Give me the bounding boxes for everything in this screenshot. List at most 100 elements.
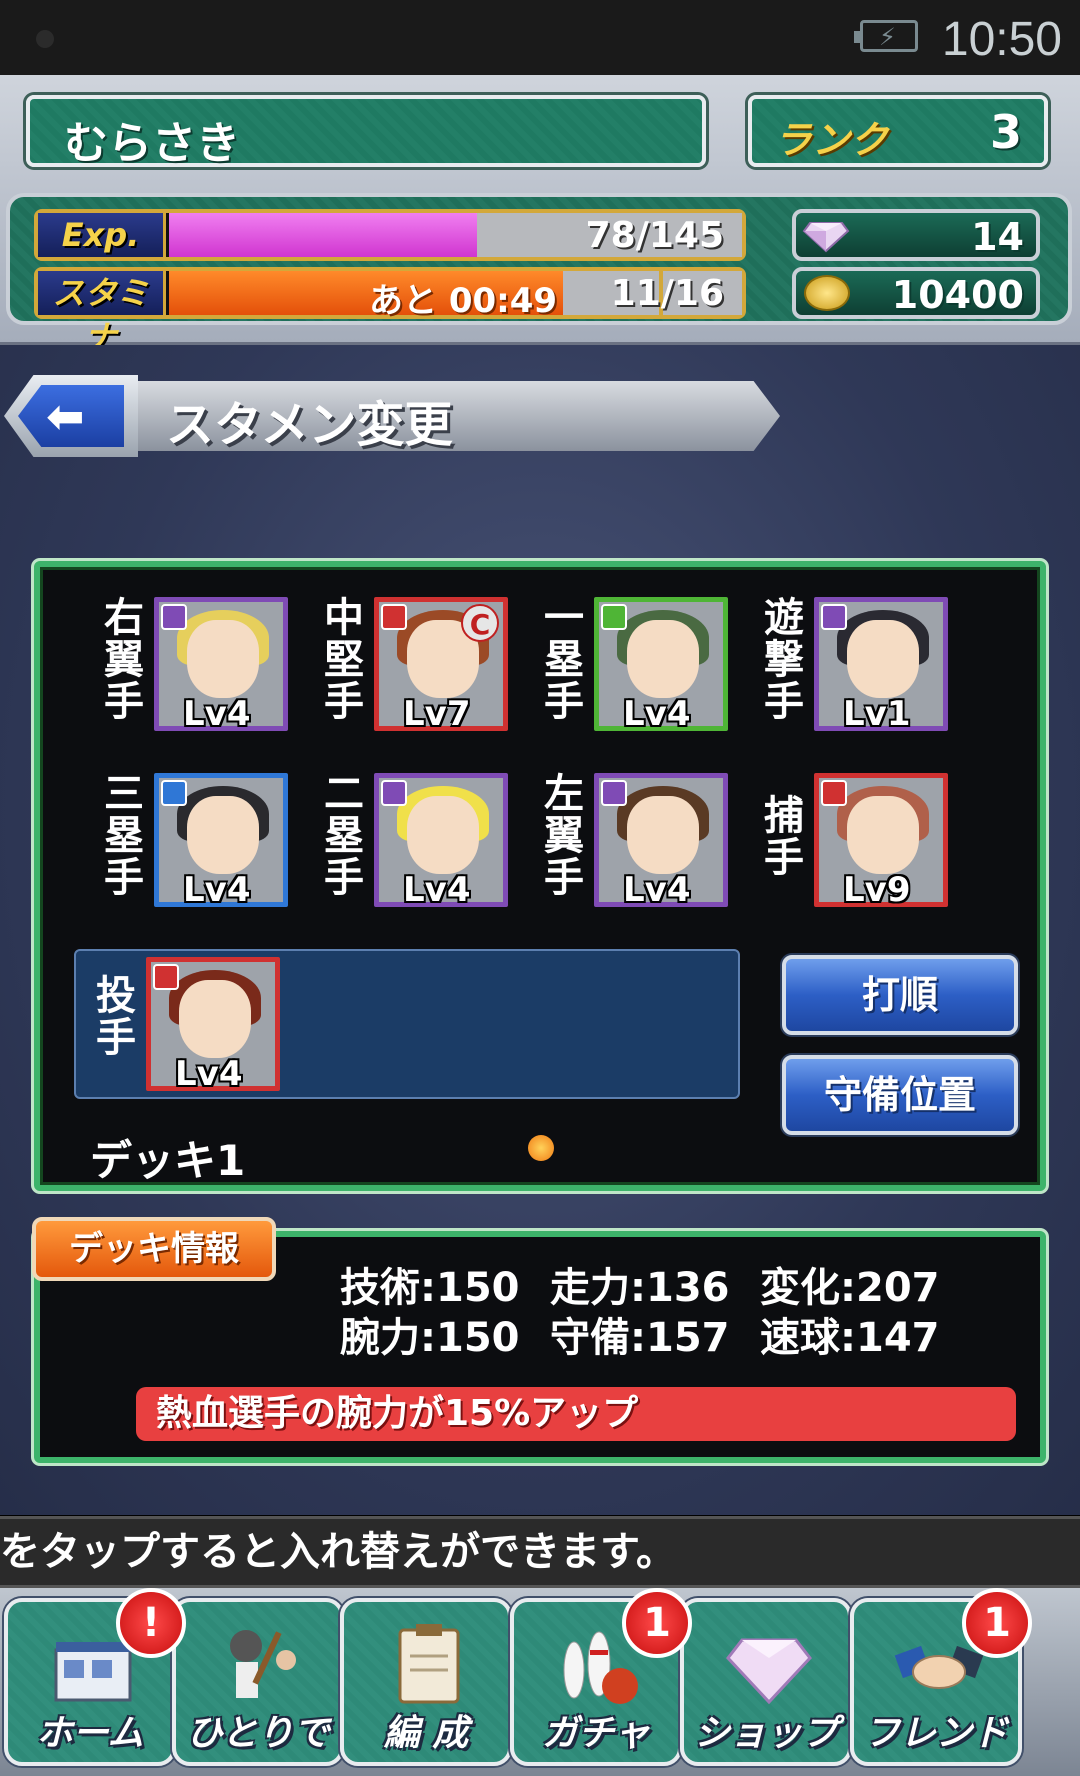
- gem-value: 14: [971, 215, 1024, 259]
- player-face: [627, 620, 699, 698]
- stat-fastball: 速球:147: [760, 1315, 940, 1361]
- rank-value: 3: [989, 105, 1022, 159]
- bat-type-icon: [161, 780, 187, 806]
- bat-type-icon: [381, 604, 407, 630]
- nav-label: 編 成: [383, 1713, 469, 1754]
- player-card[interactable]: Lv7 C: [374, 597, 508, 734]
- title-bar: スタメン変更 ⬅: [0, 375, 800, 457]
- player-face: [179, 980, 251, 1058]
- deck-info-tab: デッキ情報: [32, 1217, 276, 1281]
- bat-type-icon: [601, 604, 627, 630]
- battery-charging-icon: ⚡: [854, 20, 918, 52]
- player-level: Lv4: [403, 870, 471, 910]
- stamina-value: 11/16: [610, 273, 724, 314]
- nav-label: フレンド: [863, 1713, 1008, 1754]
- position-label: 右翼手: [104, 595, 144, 725]
- player-level: Lv4: [183, 870, 251, 910]
- position-slot[interactable]: 捕手 Lv9: [752, 773, 962, 913]
- stat-power: 腕力:150: [340, 1315, 520, 1361]
- batting-order-button[interactable]: 打順: [782, 955, 1018, 1035]
- stamina-label: スタミナ: [38, 271, 166, 356]
- position-slot[interactable]: 三塁手 Lv4: [92, 773, 302, 913]
- bat-type-icon: [821, 604, 847, 630]
- main-content: スタメン変更 ⬅ 右翼手 Lv4 中堅手 Lv7 C 一塁手 Lv4 遊撃手 Lv1 三塁手 Lv4…: [0, 345, 1080, 1515]
- hint-text: をタップすると入れ替えができます。: [0, 1516, 1080, 1588]
- stamina-recover-timer: あと 00:49: [369, 281, 558, 321]
- nav-label: ホーム: [36, 1713, 144, 1754]
- clock: 10:50: [941, 13, 1062, 66]
- stat-defense: 守備:157: [550, 1315, 730, 1361]
- bat-type-icon: [821, 780, 847, 806]
- player-face: [187, 620, 259, 698]
- page-indicator-dot: [528, 1135, 554, 1161]
- player-level: Lv7: [403, 694, 471, 734]
- player-card[interactable]: Lv4: [594, 597, 728, 734]
- player-face: [407, 796, 479, 874]
- bottom-nav: ホーム! ひとりで 編 成 ガチャ 1 ショップ フレンド 1: [0, 1588, 1080, 1776]
- notification-badge: 1: [622, 1588, 692, 1658]
- deck-name: デッキ1: [90, 1136, 246, 1185]
- status-bar: ⚡ 10:50: [0, 0, 1080, 75]
- player-card[interactable]: Lv4: [154, 597, 288, 734]
- player-card[interactable]: Lv9: [814, 773, 948, 910]
- exp-bar: Exp. 78/145: [34, 209, 746, 261]
- stamina-track: あと 00:49 11/16: [169, 271, 742, 321]
- position-label: 捕手: [764, 793, 804, 881]
- rank-label: ランク: [774, 118, 889, 162]
- nav-item-solo-batter[interactable]: ひとりで: [172, 1598, 344, 1766]
- coin-counter: 10400: [792, 267, 1040, 319]
- back-button[interactable]: ⬅: [4, 375, 138, 457]
- back-arrow-icon: ⬅: [46, 389, 85, 443]
- deck-panel: 右翼手 Lv4 中堅手 Lv7 C 一塁手 Lv4 遊撃手 Lv1 三塁手 Lv4 二塁手 Lv4 左翼手…: [34, 561, 1046, 1191]
- nav-item-diamond[interactable]: ショップ: [680, 1598, 852, 1766]
- player-card[interactable]: Lv4: [374, 773, 508, 910]
- rank-plate: ランク 3: [748, 95, 1048, 167]
- hint-message: をタップすると入れ替えができます。: [0, 1529, 676, 1575]
- position-label: 左翼手: [544, 771, 584, 901]
- player-level: Lv4: [175, 1054, 243, 1094]
- bat-type-icon: [601, 780, 627, 806]
- exp-label: Exp.: [38, 213, 166, 257]
- pitcher-position[interactable]: 投手 Lv4: [84, 957, 294, 1097]
- position-slot[interactable]: 右翼手 Lv4: [92, 597, 302, 737]
- player-stats-panel: Exp. 78/145 スタミナ あと 00:49 11/16 14 10400: [6, 193, 1072, 356]
- player-face: [847, 796, 919, 874]
- player-face: [187, 796, 259, 874]
- defense-position-button[interactable]: 守備位置: [782, 1055, 1018, 1135]
- position-slot[interactable]: 一塁手 Lv4: [532, 597, 742, 737]
- bat-type-icon: [153, 964, 179, 990]
- player-level: Lv4: [623, 870, 691, 910]
- back-button-face[interactable]: ⬅: [18, 385, 124, 447]
- position-slot[interactable]: 左翼手 Lv4: [532, 773, 742, 913]
- notification-dot-icon: [36, 30, 54, 48]
- notification-badge: 1: [962, 1588, 1032, 1658]
- clipboard-icon: [384, 1620, 474, 1710]
- player-card[interactable]: Lv4: [146, 957, 280, 1094]
- stamina-bar: スタミナ あと 00:49 11/16: [34, 267, 746, 356]
- position-label: 中堅手: [324, 595, 364, 725]
- player-header: むらさき ランク 3 Exp. 78/145 スタミナ あと 00:49 11/…: [0, 75, 1080, 356]
- notification-badge: !: [116, 1588, 186, 1658]
- nav-label: ガチャ: [542, 1713, 650, 1754]
- nav-label: ショップ: [693, 1713, 838, 1754]
- player-level: Lv1: [843, 694, 911, 734]
- bat-type-icon: [161, 604, 187, 630]
- position-slot[interactable]: 二塁手 Lv4: [312, 773, 522, 913]
- position-label: 一塁手: [544, 595, 584, 725]
- player-card[interactable]: Lv4: [154, 773, 288, 910]
- coin-icon: [804, 275, 850, 311]
- pitcher-slot[interactable]: 投手 Lv4: [74, 949, 740, 1099]
- player-card[interactable]: Lv1: [814, 597, 948, 734]
- bat-type-icon: [381, 780, 407, 806]
- captain-badge-icon: C: [461, 604, 499, 642]
- nav-item-clipboard[interactable]: 編 成: [340, 1598, 512, 1766]
- player-card[interactable]: Lv4: [594, 773, 728, 910]
- player-face: [627, 796, 699, 874]
- position-slot[interactable]: 中堅手 Lv7 C: [312, 597, 522, 737]
- position-label: 投手: [96, 973, 136, 1061]
- player-level: Lv9: [843, 870, 911, 910]
- exp-value: 78/145: [585, 215, 724, 256]
- position-label: 二塁手: [324, 771, 364, 901]
- nav-label: ひとりで: [186, 1713, 330, 1754]
- position-slot[interactable]: 遊撃手 Lv1: [752, 597, 962, 737]
